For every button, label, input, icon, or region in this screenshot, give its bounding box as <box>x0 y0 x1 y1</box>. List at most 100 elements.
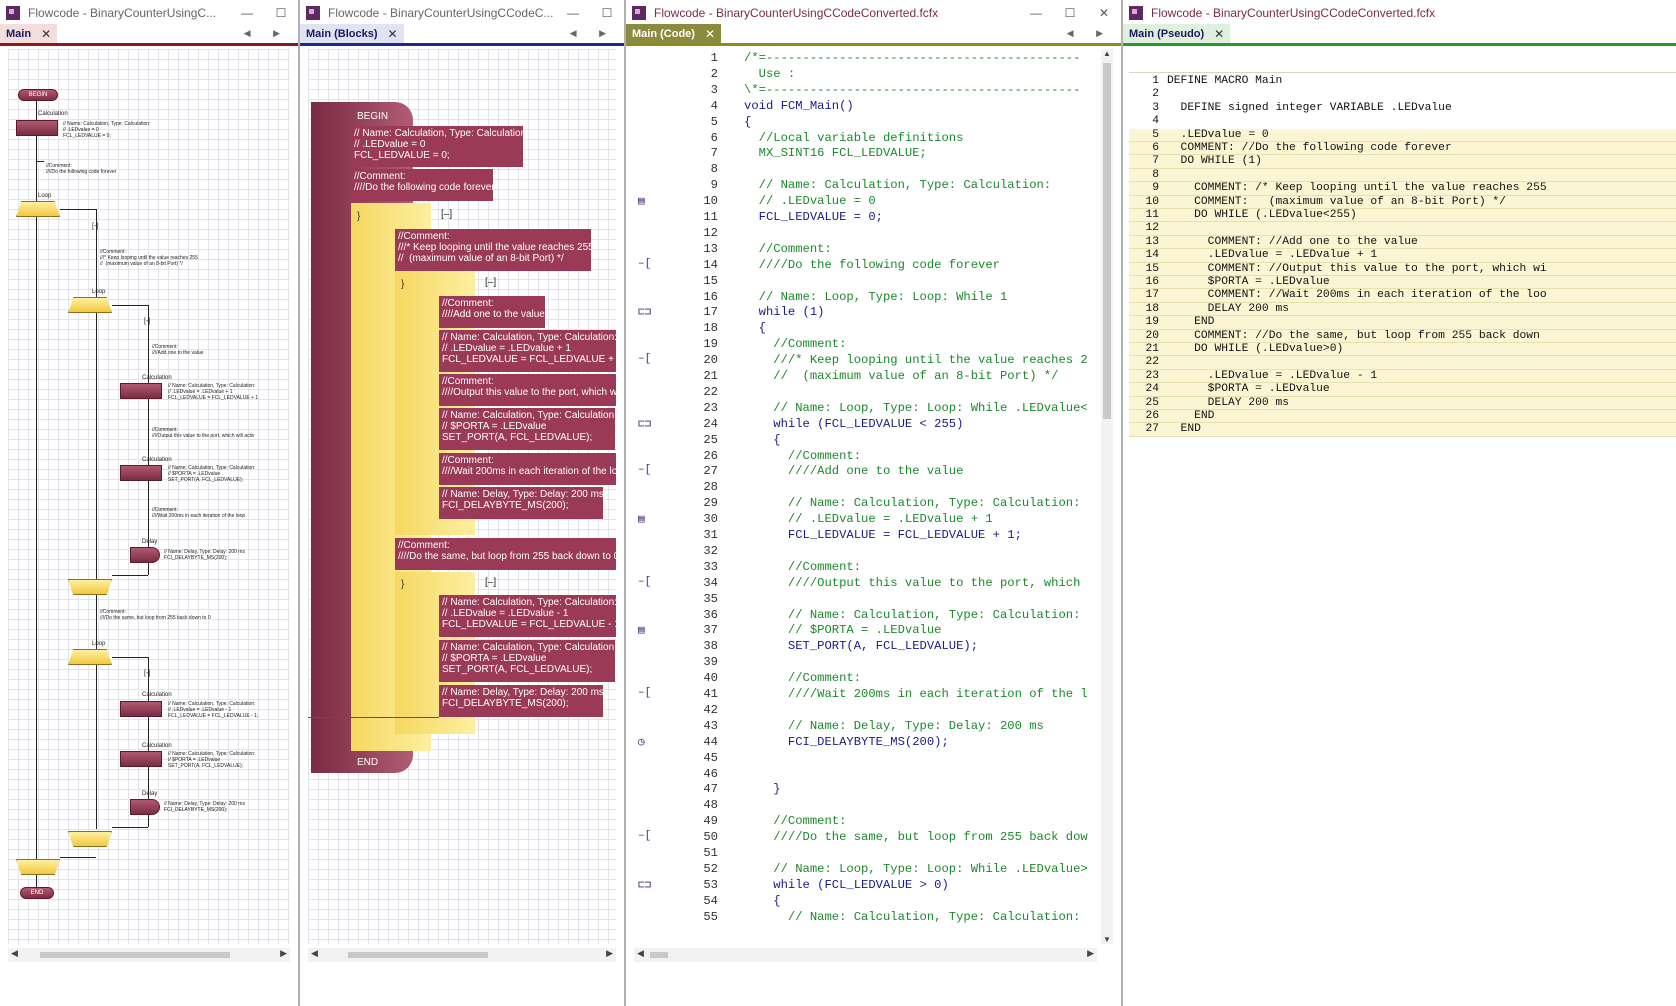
code-line[interactable]: 18 { <box>634 321 1097 337</box>
pseudo-line[interactable]: 26 END <box>1129 410 1676 424</box>
calc4-block[interactable]: // Name: Calculation, Type: Calculation:… <box>439 595 616 637</box>
collapse3-icon[interactable]: [–] <box>482 575 499 590</box>
scroll-thumb[interactable] <box>650 952 668 958</box>
comment-gutter-icon[interactable]: –[ <box>638 258 651 270</box>
code-line[interactable]: –[41 ////Wait 200ms in each iteration of… <box>634 687 1097 703</box>
pseudo-line[interactable]: 22 <box>1129 356 1676 370</box>
code-line[interactable]: ⊏⊐ 53 while (FCL_LEDVALUE > 0) <box>634 878 1097 894</box>
collapse3[interactable]: [-] <box>144 670 150 677</box>
collapse1[interactable]: [-] <box>92 223 98 230</box>
title-bar[interactable]: Flowcode - BinaryCounterUsingCCodeC... —… <box>300 0 624 25</box>
code-line[interactable]: 15 <box>634 274 1097 290</box>
minimize-button[interactable]: — <box>230 6 264 20</box>
comment-gutter-icon[interactable]: –[ <box>638 576 651 588</box>
flowchart-canvas[interactable]: BEGIN Calculation // Name: Calculation, … <box>8 49 290 944</box>
vertical-scrollbar[interactable]: ▲ ▼ <box>1101 49 1113 944</box>
pseudo-line[interactable]: 10 COMMENT: (maximum value of an 8-bit P… <box>1129 195 1676 209</box>
delay1-block[interactable] <box>130 547 160 563</box>
loop-gutter-icon[interactable]: ⊏⊐ <box>638 878 651 892</box>
code-line[interactable]: ⊏⊐ 17 while (1) <box>634 305 1097 321</box>
code-line[interactable]: 1 /*=------------------------------------… <box>634 51 1097 67</box>
maximize-button[interactable]: ☐ <box>264 6 298 20</box>
pseudo-line[interactable]: 17 COMMENT: //Wait 200ms in each iterati… <box>1129 289 1676 303</box>
code-line[interactable]: 4 void FCM_Main() <box>634 99 1097 115</box>
code-line[interactable]: 38 SET_PORT(A, FCL_LEDVALUE); <box>634 639 1097 655</box>
scroll-thumb[interactable] <box>1103 63 1111 419</box>
code-line[interactable]: 2 Use : <box>634 67 1097 83</box>
title-bar[interactable]: Flowcode - BinaryCounterUsingCCodeConver… <box>626 0 1121 25</box>
pseudo-line[interactable]: 27 END <box>1129 423 1676 437</box>
title-bar[interactable]: Flowcode - BinaryCounterUsingCCodeConver… <box>1123 0 1676 25</box>
code-line[interactable]: 31 FCL_LEDVALUE = FCL_LEDVALUE + 1; <box>634 528 1097 544</box>
scroll-down-icon[interactable]: ▼ <box>1103 935 1111 944</box>
collapse1-icon[interactable]: [–] <box>438 207 455 222</box>
calc1-block[interactable]: // Name: Calculation, Type: Calculation:… <box>351 126 523 167</box>
horizontal-scrollbar[interactable]: ◀ ▶ <box>634 948 1097 962</box>
scroll-thumb[interactable] <box>40 952 230 958</box>
scroll-up-icon[interactable]: ▲ <box>1103 49 1111 58</box>
calc3-block[interactable] <box>120 465 162 481</box>
delay-gutter-icon[interactable]: ◷ <box>638 735 645 749</box>
tab-nav-arrows[interactable]: ◀ ▶ <box>1067 28 1113 39</box>
code-line[interactable]: 43 // Name: Delay, Type: Delay: 200 ms <box>634 719 1097 735</box>
loop2-start[interactable] <box>68 297 112 313</box>
code-line[interactable]: 26 //Comment: <box>634 449 1097 465</box>
pseudo-line[interactable]: 14 .LEDvalue = .LEDvalue + 1 <box>1129 249 1676 263</box>
pseudo-line[interactable]: 19 END <box>1129 316 1676 330</box>
title-bar[interactable]: Flowcode - BinaryCounterUsingC... — ☐ <box>0 0 298 25</box>
pseudo-line[interactable]: 13 COMMENT: //Add one to the value <box>1129 235 1676 250</box>
code-line[interactable]: 32 <box>634 544 1097 560</box>
scroll-right-icon[interactable]: ▶ <box>1087 948 1094 959</box>
loop3-end[interactable] <box>68 831 112 847</box>
calc3-block[interactable]: // Name: Calculation, Type: Calculation:… <box>439 408 615 450</box>
pseudo-line[interactable]: 9 COMMENT: /* Keep looping until the val… <box>1129 182 1676 196</box>
calc4-block[interactable] <box>120 701 162 717</box>
pseudo-line[interactable]: 24 $PORTA = .LEDvalue <box>1129 383 1676 397</box>
calc2-block[interactable]: // Name: Calculation, Type: Calculation:… <box>439 330 616 372</box>
code-line[interactable]: 49 //Comment: <box>634 814 1097 830</box>
tab-main[interactable]: Main ✕ <box>0 24 58 43</box>
code-line[interactable]: ▤ 10 // .LEDvalue = 0 <box>634 194 1097 210</box>
scroll-right-icon[interactable]: ▶ <box>280 948 287 959</box>
close-tab-icon[interactable]: ✕ <box>41 27 51 41</box>
code-line[interactable]: 21 // (maximum value of an 8-bit Port) *… <box>634 369 1097 385</box>
collapse2-icon[interactable]: [–] <box>482 275 499 290</box>
code-line[interactable]: 19 //Comment: <box>634 337 1097 353</box>
loop-gutter-icon[interactable]: ⊏⊐ <box>638 417 651 431</box>
blocks-canvas[interactable]: BEGIN END // Name: Calculation, Type: Ca… <box>308 49 616 944</box>
loop2-end[interactable] <box>68 579 112 595</box>
tab-main-pseudo[interactable]: Main (Pseudo) ✕ <box>1123 24 1231 43</box>
pseudo-line[interactable]: 23 .LEDvalue = .LEDvalue - 1 <box>1129 369 1676 384</box>
tab-nav-arrows[interactable]: ◀ ▶ <box>570 28 616 39</box>
calc2-block[interactable] <box>120 383 162 399</box>
horizontal-scrollbar[interactable]: ◀ ▶ <box>308 948 616 962</box>
comment-gutter-icon[interactable]: –[ <box>638 830 651 842</box>
pseudo-line[interactable]: 3 DEFINE signed integer VARIABLE .LEDval… <box>1129 102 1676 115</box>
code-line[interactable]: 11 FCL_LEDVALUE = 0; <box>634 210 1097 226</box>
code-line[interactable]: 54 { <box>634 894 1097 910</box>
calc-gutter-icon[interactable]: ▤ <box>638 194 645 208</box>
code-editor[interactable]: 1 /*=------------------------------------… <box>634 49 1097 944</box>
code-line[interactable]: 28 <box>634 480 1097 496</box>
code-line[interactable]: –[27 ////Add one to the value <box>634 464 1097 480</box>
code-line[interactable]: 12 <box>634 226 1097 242</box>
pseudo-line[interactable]: 16 $PORTA = .LEDvalue <box>1129 276 1676 290</box>
code-line[interactable]: –[34 ////Output this value to the port, … <box>634 576 1097 592</box>
loop-gutter-icon[interactable]: ⊏⊐ <box>638 305 651 319</box>
code-line[interactable]: 33 //Comment: <box>634 560 1097 576</box>
calc-gutter-icon[interactable]: ▤ <box>638 512 645 526</box>
code-line[interactable]: 42 <box>634 703 1097 719</box>
scroll-left-icon[interactable]: ◀ <box>11 948 18 959</box>
delay1-block[interactable]: // Name: Delay, Type: Delay: 200 ms FCI_… <box>439 487 603 519</box>
code-line[interactable]: 13 //Comment: <box>634 242 1097 258</box>
pseudo-line[interactable]: 8 <box>1129 168 1676 183</box>
code-line[interactable]: 46 <box>634 767 1097 783</box>
code-line[interactable]: 45 <box>634 751 1097 767</box>
code-line[interactable]: 40 //Comment: <box>634 671 1097 687</box>
delay2-block[interactable]: // Name: Delay, Type: Delay: 200 ms FCI_… <box>439 685 603 717</box>
minimize-button[interactable]: — <box>1019 6 1053 20</box>
scroll-thumb[interactable] <box>348 952 488 958</box>
begin-terminator[interactable]: BEGIN <box>18 89 58 101</box>
code-line[interactable]: 22 <box>634 385 1097 401</box>
pseudo-line[interactable]: 2 <box>1129 88 1676 101</box>
